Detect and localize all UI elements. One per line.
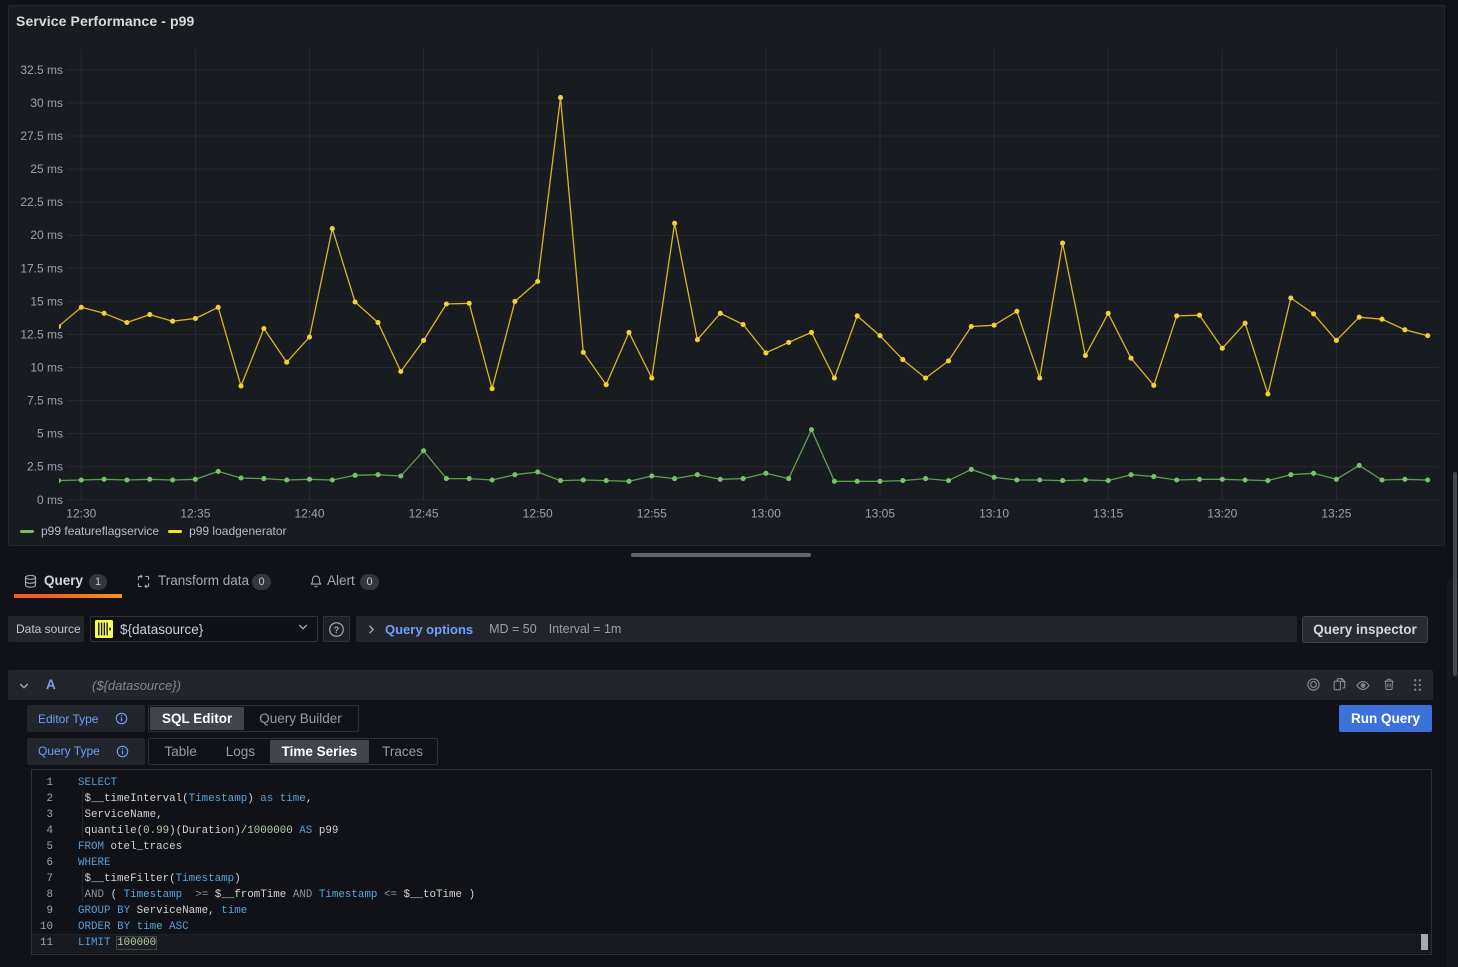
svg-text:32.5 ms: 32.5 ms: [20, 63, 63, 77]
svg-text:12:30: 12:30: [66, 507, 96, 521]
svg-text:13:00: 13:00: [751, 507, 781, 521]
svg-text:2.5 ms: 2.5 ms: [27, 460, 63, 474]
svg-text:13:20: 13:20: [1207, 507, 1237, 521]
svg-text:13:05: 13:05: [865, 507, 895, 521]
svg-text:13:10: 13:10: [979, 507, 1009, 521]
svg-text:30 ms: 30 ms: [30, 96, 63, 110]
svg-text:?: ?: [334, 624, 339, 634]
svg-text:12:55: 12:55: [637, 507, 667, 521]
svg-text:15 ms: 15 ms: [30, 294, 63, 308]
svg-text:13:15: 13:15: [1093, 507, 1123, 521]
svg-text:12:40: 12:40: [294, 507, 324, 521]
svg-text:7.5 ms: 7.5 ms: [27, 394, 63, 408]
svg-text:12:45: 12:45: [409, 507, 439, 521]
svg-text:25 ms: 25 ms: [30, 162, 63, 176]
svg-text:12.5 ms: 12.5 ms: [20, 327, 63, 341]
svg-text:0 ms: 0 ms: [37, 493, 63, 507]
svg-text:20 ms: 20 ms: [30, 228, 63, 242]
svg-text:17.5 ms: 17.5 ms: [20, 261, 63, 275]
svg-text:13:25: 13:25: [1321, 507, 1351, 521]
svg-text:22.5 ms: 22.5 ms: [20, 195, 63, 209]
svg-text:10 ms: 10 ms: [30, 361, 63, 375]
svg-text:12:50: 12:50: [523, 507, 553, 521]
svg-text:5 ms: 5 ms: [37, 427, 63, 441]
svg-text:12:35: 12:35: [180, 507, 210, 521]
svg-text:27.5 ms: 27.5 ms: [20, 129, 63, 143]
